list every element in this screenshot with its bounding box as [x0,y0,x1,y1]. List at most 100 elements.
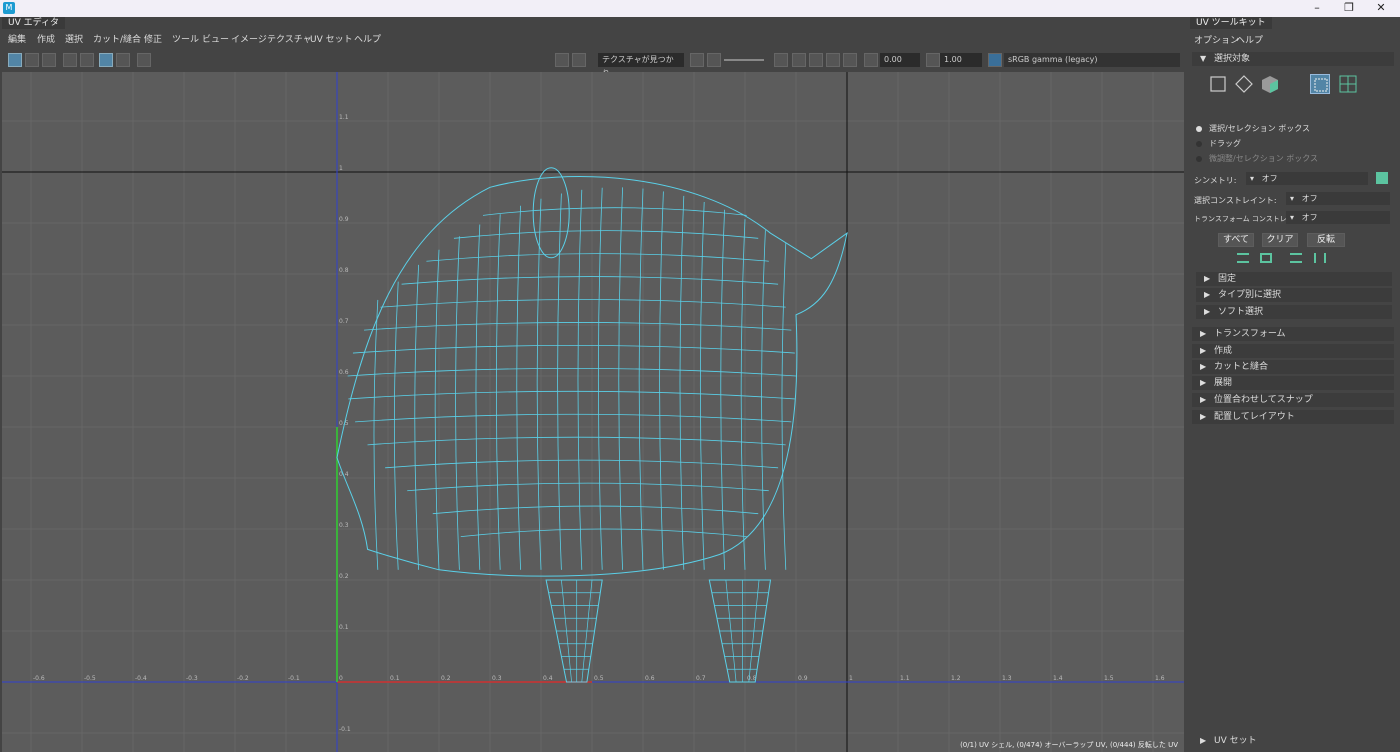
texture-borders-icon[interactable] [116,53,130,67]
toolkit-menu-help[interactable]: ヘルプ [1236,33,1263,46]
uv-edge-ring [414,264,419,570]
shrink-selection-icon[interactable] [1260,253,1272,263]
add-to-isolate-icon[interactable] [25,53,39,67]
restore-button[interactable]: ❐ [1334,0,1364,17]
radio-drag-label: ドラッグ [1209,139,1241,148]
transform-constraint-dropdown[interactable]: ▾ オフ [1286,211,1390,224]
section-create[interactable]: ▶ 作成 [1192,344,1394,358]
symmetry-dropdown[interactable]: ▾ オフ [1246,172,1368,185]
select-all-button[interactable]: すべて [1218,233,1254,247]
component-mode-icon[interactable] [1234,74,1254,94]
radio-drag[interactable]: ドラッグ [1196,138,1241,149]
shaded-uv-icon[interactable] [99,53,113,67]
grow-selection-icon[interactable] [1237,253,1249,263]
select-shortest-path-icon[interactable] [1314,253,1326,263]
minimize-button[interactable]: – [1302,0,1332,17]
u-tick-label: 0.3 [492,675,502,682]
gamma-icon[interactable] [926,53,940,67]
collapse-triangle-icon: ▶ [1200,412,1207,421]
exposure-field[interactable]: 0.00 [880,53,920,67]
v-tick-label: 0.9 [339,216,349,223]
subsection-soft-select[interactable]: ▶ ソフト選択 [1196,305,1392,319]
toolkit-menu-options[interactable]: オプション [1194,33,1239,46]
menu-uv-sets[interactable]: UV セット [310,32,353,45]
menu-textures[interactable]: テクスチャ [267,32,312,45]
section-transform[interactable]: ▶ トランスフォーム [1192,327,1394,341]
grid-toggle-icon[interactable] [63,53,77,67]
checker-icon[interactable] [137,53,151,67]
u-tick-label: 1 [849,675,853,682]
collapse-triangle-icon: ▶ [1204,274,1211,283]
menu-modify[interactable]: 修正 [144,32,162,45]
menu-create[interactable]: 作成 [37,32,55,45]
uv-viewport[interactable]: -0.6 -0.5 -0.4 -0.3 -0.2 -0.1 0 0.1 0.2 0.3 0.4 0.5… [2,72,1184,752]
constraint-dropdown[interactable]: ▾ オフ [1286,192,1390,205]
distortion-icon[interactable] [826,53,840,67]
collapse-triangle-icon: ▶ [1200,346,1207,355]
uv-editor-panel: UV エディタ 編集 作成 選択 カット/縫合 修正 ツール ビュー イメージ … [0,17,1186,752]
u-tick-label: 0.7 [696,675,706,682]
subsection-pin[interactable]: ▶ 固定 [1196,272,1392,286]
pixel-snap-icon[interactable] [80,53,94,67]
gamma-field[interactable]: 1.00 [940,53,982,67]
select-border-icon[interactable] [1290,253,1302,263]
close-button[interactable]: ✕ [1366,0,1396,17]
snapshot-icon[interactable] [792,53,806,67]
radio-tweak[interactable]: 微調整/セレクション ボックス [1196,153,1318,164]
color-space-dropdown[interactable]: sRGB gamma (legacy) [1004,53,1180,67]
section-align-snap[interactable]: ▶ 位置合わせしてスナップ [1192,393,1394,407]
section-uv-sets-label: UV セット [1214,736,1257,746]
v-tick-label: 1 [339,165,343,172]
menu-cut-sew[interactable]: カット/縫合 [93,32,141,45]
rgb-channel-icon[interactable] [690,53,704,67]
section-cut-sew[interactable]: ▶ カットと縫合 [1192,360,1394,374]
brightness-slider[interactable] [724,59,764,61]
section-arrange-layout-label: 配置してレイアウト [1214,412,1295,422]
section-arrange-layout[interactable]: ▶ 配置してレイアウト [1192,410,1394,424]
uv-edge-ring [455,236,460,570]
rotate-icon[interactable] [809,53,823,67]
section-uv-sets[interactable]: ▶ UV セット [1192,734,1394,748]
remove-isolate-icon[interactable] [42,53,56,67]
alpha-channel-icon[interactable] [707,53,721,67]
subsection-select-by-type[interactable]: ▶ タイプ別に選択 [1196,288,1392,302]
dim-image-icon[interactable] [572,53,586,67]
section-unfold[interactable]: ▶ 展開 [1192,376,1394,390]
object-mode-icon[interactable] [1208,74,1228,94]
exposure-icon[interactable] [864,53,878,67]
menu-view[interactable]: ビュー [202,32,229,45]
clear-button[interactable]: クリア [1262,233,1298,247]
texture-dropdown[interactable]: テクスチャが見つかり... [598,53,684,78]
isolate-select-icon[interactable] [8,53,22,67]
section-cut-sew-label: カットと縫合 [1214,362,1269,372]
shell-mode-icon[interactable] [1260,74,1280,94]
uv-mode-icon[interactable] [1310,74,1330,94]
symmetry-options-icon[interactable] [1376,172,1388,184]
u-tick-label: 0.1 [390,675,400,682]
menu-image[interactable]: イメージ [231,32,267,45]
menu-help[interactable]: ヘルプ [354,32,381,45]
uv-grid: -0.6 -0.5 -0.4 -0.3 -0.2 -0.1 0 0.1 0.2 0.3 0.4 0.5… [2,72,1184,752]
v-tick-label: 1.1 [339,114,349,121]
uv-shell-mode-icon[interactable] [1338,74,1358,94]
radio-select-box[interactable]: 選択/セレクション ボックス [1196,123,1310,134]
uv-edge-ring [781,242,787,570]
uv-edge-loop [352,345,795,354]
frame-all-icon[interactable] [774,53,788,67]
image-display-icon[interactable] [555,53,569,67]
u-tick-label: 0.4 [543,675,553,682]
rgb-toggle-icon[interactable] [843,53,857,67]
uv-editor-tab[interactable]: UV エディタ [2,17,65,29]
uv-toolkit-tab[interactable]: UV ツールキット [1190,17,1272,29]
v-tick-label: 0.7 [339,318,349,325]
u-tick-label: 0.6 [645,675,655,682]
menu-edit[interactable]: 編集 [8,32,26,45]
constraint-label: 選択コンストレイント: [1194,196,1277,205]
section-selection[interactable]: ▼ 選択対象 [1192,52,1394,66]
v-tick-label: -0.1 [339,726,351,733]
menu-select[interactable]: 選択 [65,32,83,45]
color-management-icon[interactable] [988,53,1002,67]
menu-tools[interactable]: ツール [172,32,199,45]
invert-button[interactable]: 反転 [1307,233,1345,247]
uv-edge-ring [659,191,664,570]
